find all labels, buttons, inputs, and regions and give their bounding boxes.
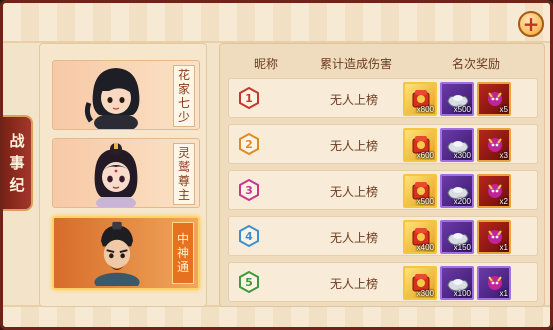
character-name-plate: 灵 鹫 尊 主 [173,143,195,205]
rank-number: 2 [245,137,253,151]
header-damage: 累计造成伤害 [319,56,392,71]
side-tab-char: 纪 [9,176,25,194]
reward-list: x600 x300 x3 [403,128,511,162]
name-char: 家 [177,82,190,96]
reward-item[interactable]: x5 [477,82,511,116]
reward-quantity: x400 [416,243,434,252]
rank-number: 4 [245,229,253,243]
reward-quantity: x1 [499,243,508,252]
reward-quantity: x1 [499,289,508,298]
damage-value: 无人上榜 [329,231,378,245]
reward-list: x400 x150 x1 [403,220,511,254]
name-char: 通 [176,260,189,274]
rank-badge: 3 [239,179,259,201]
reward-item[interactable]: x150 [440,220,474,254]
character-portrait [84,68,140,129]
reward-item[interactable]: x500 [403,174,437,208]
side-tab-battle-record[interactable]: 战 事 纪 [3,115,33,211]
table-row: 3 无人上榜 x500 x200 x2 [228,170,538,210]
reward-item[interactable]: x300 [440,128,474,162]
name-char: 神 [176,246,189,260]
reward-quantity: x3 [499,151,508,160]
side-tab-char: 事 [9,154,25,172]
damage-value: 无人上榜 [329,139,378,153]
reward-quantity: x2 [499,197,508,206]
add-button[interactable]: + [518,11,544,37]
rank-number: 3 [245,183,253,197]
damage-value: 无人上榜 [329,93,378,107]
table-row: 4 无人上榜 x400 x150 x1 [228,216,538,256]
reward-item[interactable]: x1 [477,220,511,254]
name-char: 主 [177,188,190,202]
rank-number: 1 [245,91,253,105]
character-name-plate: 花 家 七 少 [173,65,195,127]
name-char: 花 [177,68,190,82]
table-row: 5 无人上榜 x300 x100 x1 [228,262,538,302]
ranking-panel: 昵称 累计造成伤害 名次奖励 1 无人上榜 x800 x500 x5 2 无人上榜 x600 x… [219,43,545,307]
character-list-panel: 花 家 七 少 灵 鹫 尊 主 中 神 通 [39,43,207,307]
header-reward: 名次奖励 [451,56,500,71]
battle-record-window: + 战 事 纪 花 家 七 少 灵 鹫 尊 主 中 神 通 昵称 累计造成伤害 … [0,0,553,330]
damage-value: 无人上榜 [329,277,378,291]
reward-quantity: x300 [416,289,434,298]
character-card-huajiaqishao[interactable]: 花 家 七 少 [52,60,200,130]
reward-item[interactable]: x100 [440,266,474,300]
reward-quantity: x200 [453,197,471,206]
reward-list: x300 x100 x1 [403,266,511,300]
rank-number: 5 [245,275,253,289]
character-portrait [94,143,138,207]
reward-list: x800 x500 x5 [403,82,511,116]
reward-item[interactable]: x2 [477,174,511,208]
reward-quantity: x150 [453,243,471,252]
ranking-header: 昵称 累计造成伤害 名次奖励 [228,50,538,76]
table-row: 2 无人上榜 x600 x300 x3 [228,124,538,164]
reward-item[interactable]: x400 [403,220,437,254]
reward-quantity: x600 [416,151,434,160]
name-char: 尊 [177,174,190,188]
damage-value: 无人上榜 [329,185,378,199]
reward-item[interactable]: x3 [477,128,511,162]
reward-quantity: x500 [453,105,471,114]
character-portrait [94,221,140,286]
name-char: 鹫 [177,160,190,174]
reward-quantity: x100 [453,289,471,298]
reward-quantity: x800 [416,105,434,114]
rank-badge: 4 [239,225,259,247]
character-card-zhongshentong[interactable]: 中 神 通 [52,216,200,290]
reward-item[interactable]: x200 [440,174,474,208]
character-card-lingjiuzunzhu[interactable]: 灵 鹫 尊 主 [52,138,200,208]
name-char: 七 [177,96,190,110]
header-nickname: 昵称 [253,56,278,71]
reward-quantity: x500 [416,197,434,206]
name-char: 中 [176,232,189,246]
reward-quantity: x5 [499,105,508,114]
reward-item[interactable]: x1 [477,266,511,300]
reward-item[interactable]: x800 [403,82,437,116]
side-tab-char: 战 [9,132,25,150]
reward-item[interactable]: x500 [440,82,474,116]
plus-icon: + [522,12,540,36]
rank-badge: 5 [239,271,259,293]
name-char: 少 [177,110,190,124]
reward-list: x500 x200 x2 [403,174,511,208]
rank-badge: 2 [239,133,259,155]
table-row: 1 无人上榜 x800 x500 x5 [228,78,538,118]
reward-quantity: x300 [453,151,471,160]
character-name-plate: 中 神 通 [172,222,194,284]
reward-item[interactable]: x600 [403,128,437,162]
reward-item[interactable]: x300 [403,266,437,300]
name-char: 灵 [177,146,190,160]
rank-badge: 1 [239,87,259,109]
